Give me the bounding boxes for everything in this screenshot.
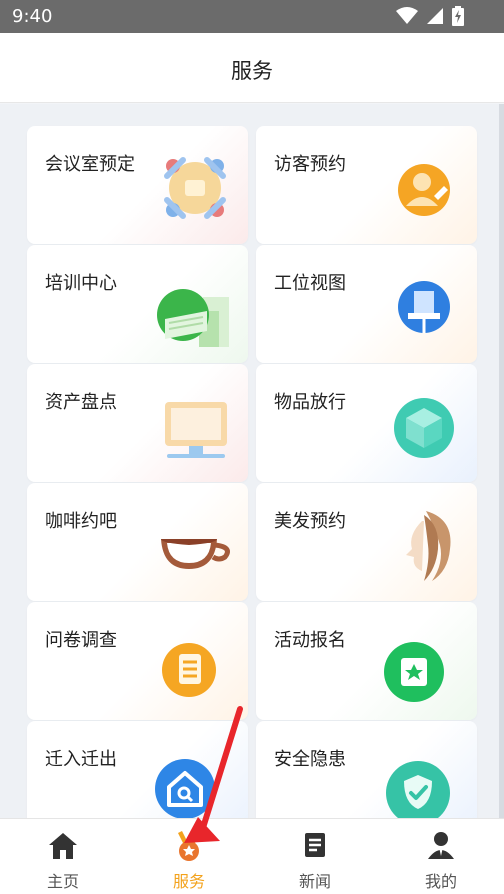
service-card-item-release[interactable]: 物品放行	[256, 364, 477, 482]
status-icons	[396, 6, 464, 26]
service-card-label: 资产盘点	[45, 392, 117, 413]
service-card-survey[interactable]: 问卷调查	[27, 602, 248, 720]
service-card-label: 问卷调查	[45, 630, 117, 651]
service-card-label: 访客预约	[274, 154, 346, 175]
cube-icon	[394, 398, 454, 458]
medal-icon	[178, 831, 200, 861]
service-card-coffee[interactable]: 咖啡约吧	[27, 483, 248, 601]
signal-icon	[427, 8, 443, 24]
tab-profile[interactable]: 我的	[378, 819, 504, 894]
service-card-workstation[interactable]: 工位视图	[256, 245, 477, 363]
meeting-people-icon	[164, 157, 226, 219]
service-card-label: 活动报名	[274, 630, 346, 651]
service-card-event-signup[interactable]: 活动报名	[256, 602, 477, 720]
service-card-label: 迁入迁出	[45, 749, 117, 770]
header: 服务	[0, 33, 504, 103]
tab-news[interactable]: 新闻	[252, 819, 378, 894]
wifi-icon	[396, 7, 418, 24]
scroll-icon	[162, 643, 216, 697]
news-icon	[305, 833, 325, 857]
tab-label: 主页	[46, 872, 79, 891]
tab-label: 新闻	[298, 872, 331, 891]
tab-services[interactable]: 服务	[126, 819, 252, 894]
service-card-label: 培训中心	[45, 273, 117, 294]
status-time: 9:40	[12, 6, 53, 27]
workstation-pin-icon	[398, 281, 450, 333]
service-card-label: 工位视图	[274, 273, 346, 294]
home-icon	[49, 833, 77, 859]
monitor-icon	[165, 402, 227, 458]
tab-label: 服务	[172, 872, 205, 891]
service-card-asset-inventory[interactable]: 资产盘点	[27, 364, 248, 482]
service-card-move-in-out[interactable]: 迁入迁出	[27, 721, 248, 818]
service-card-label: 会议室预定	[45, 154, 135, 175]
service-card-training[interactable]: 培训中心	[27, 245, 248, 363]
battery-charging-icon	[452, 6, 464, 26]
tab-label: 我的	[424, 872, 457, 891]
coffee-cup-icon	[161, 539, 230, 569]
shield-check-icon	[386, 761, 450, 818]
service-card-label: 咖啡约吧	[45, 511, 117, 532]
service-card-label: 美发预约	[274, 511, 346, 532]
status-bar: 9:40	[0, 0, 504, 33]
training-books-icon	[157, 289, 229, 347]
service-card-safety-hazard[interactable]: 安全隐患	[256, 721, 477, 818]
service-card-meeting-room[interactable]: 会议室预定	[27, 126, 248, 244]
visitor-avatar-icon	[398, 164, 450, 216]
house-search-icon	[155, 759, 215, 818]
page-title: 服务	[231, 59, 273, 83]
scrollbar[interactable]	[499, 104, 504, 818]
hair-profile-icon	[406, 511, 451, 581]
service-card-visitor[interactable]: 访客预约	[256, 126, 477, 244]
tab-home[interactable]: 主页	[0, 819, 126, 894]
service-card-hair-salon[interactable]: 美发预约	[256, 483, 477, 601]
bottom-tab-bar: 主页 服务 新闻 我的	[0, 818, 504, 894]
service-card-label: 物品放行	[274, 392, 346, 413]
profile-icon	[428, 832, 454, 859]
service-grid: 会议室预定 访客预约 培训中心 工位视图 资产盘点 物品放行 咖啡约吧 美发预约…	[0, 104, 504, 818]
star-badge-icon	[384, 642, 444, 702]
service-card-label: 安全隐患	[274, 749, 346, 770]
